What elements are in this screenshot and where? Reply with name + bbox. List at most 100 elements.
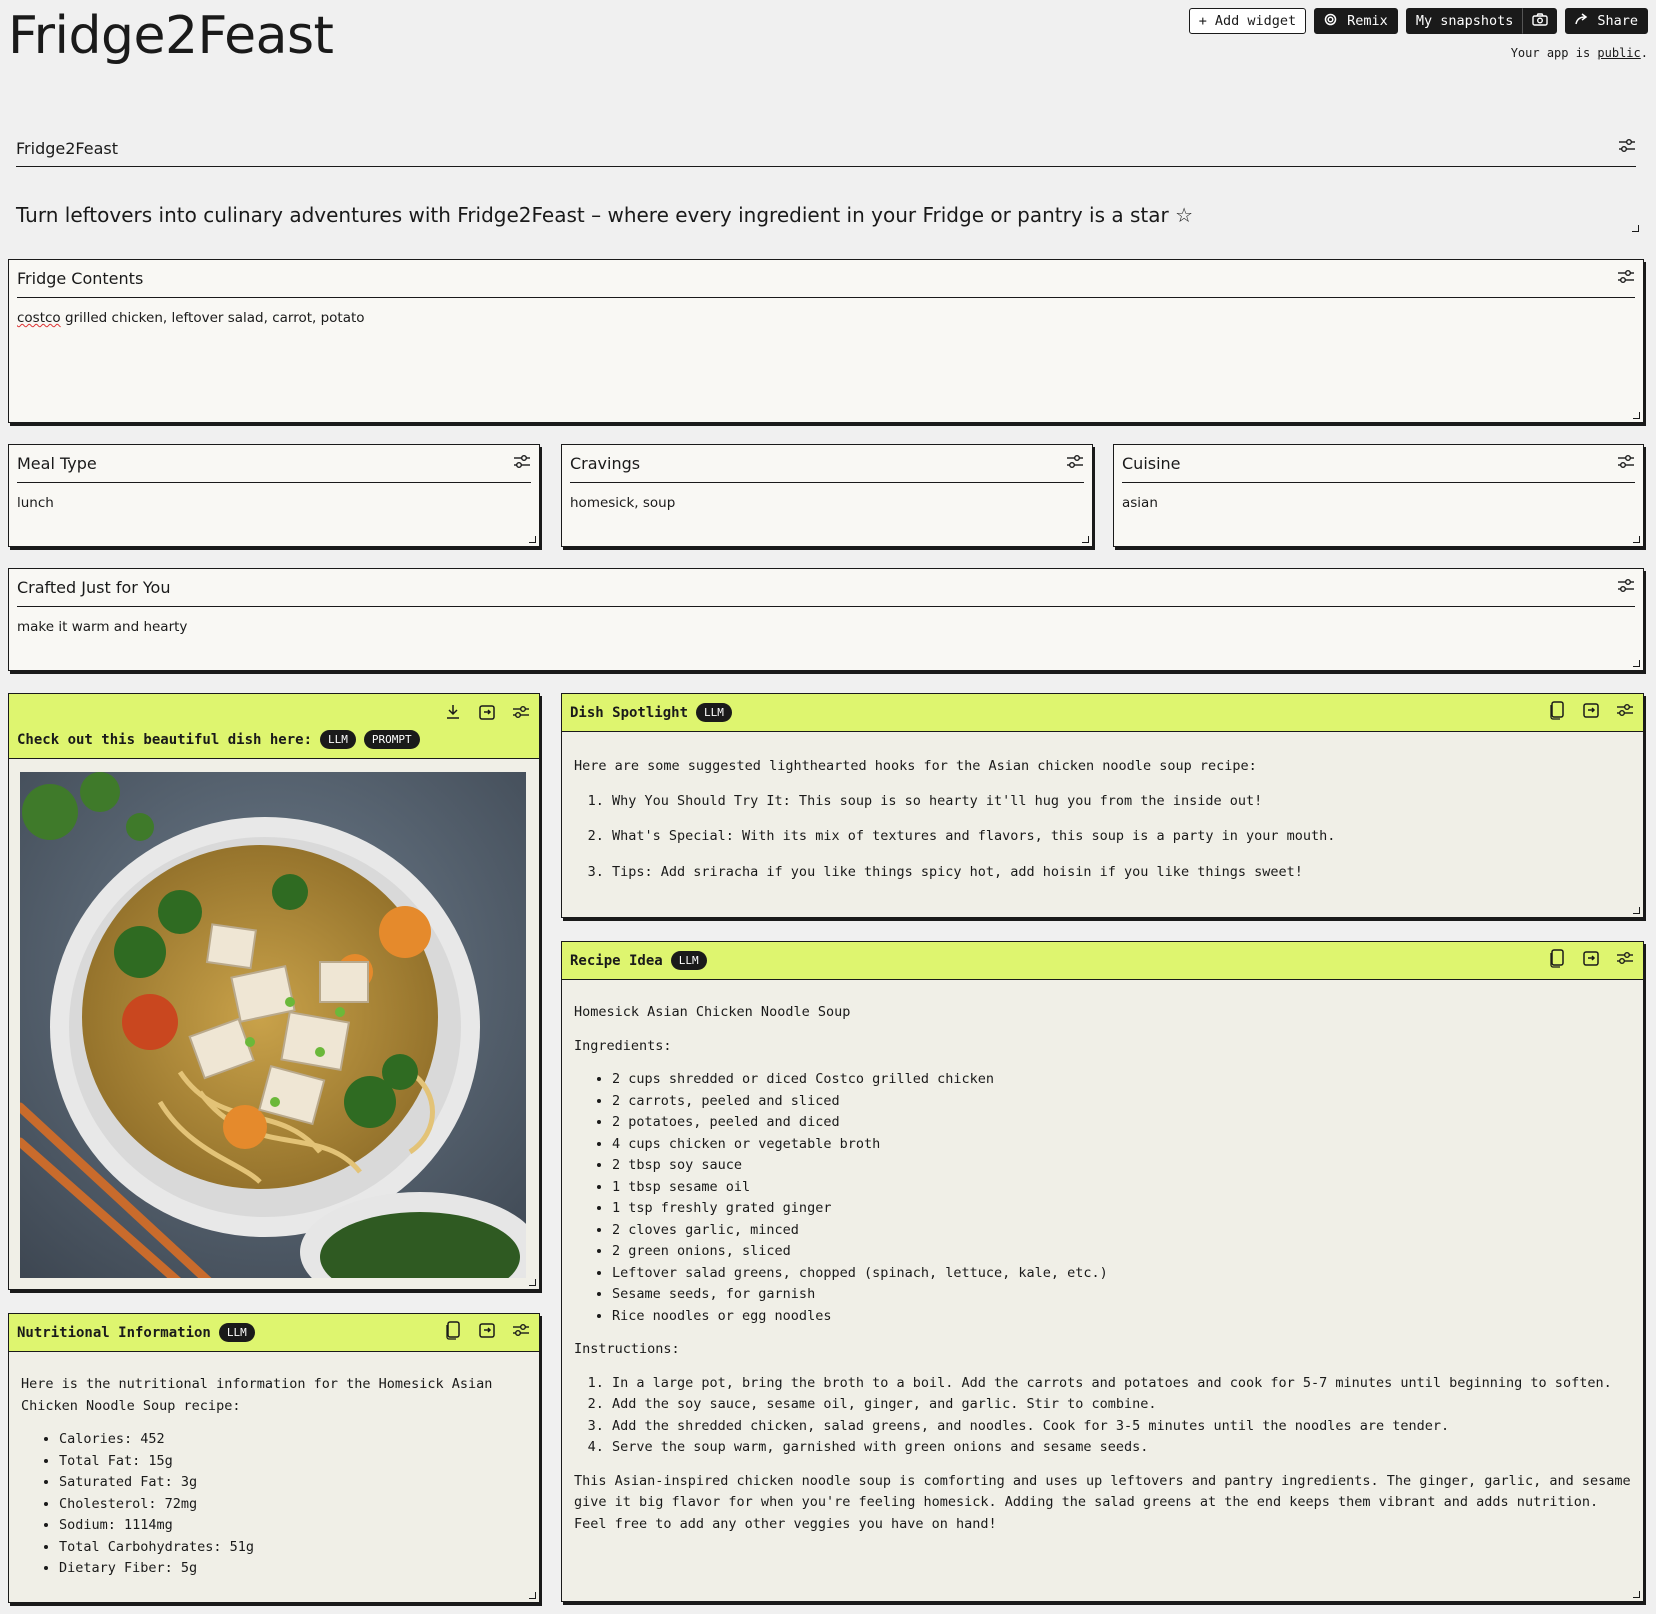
- llm-badge[interactable]: LLM: [696, 703, 732, 722]
- share-button[interactable]: Share: [1565, 8, 1648, 34]
- copy-icon[interactable]: [1547, 948, 1567, 973]
- copy-icon[interactable]: [443, 1320, 463, 1345]
- ingredient-item: 2 green onions, sliced: [612, 1241, 1631, 1263]
- llm-badge[interactable]: LLM: [320, 730, 356, 749]
- cuisine-input[interactable]: asian: [1114, 483, 1643, 523]
- nutrition-list: Calories: 452Total Fat: 15gSaturated Fat…: [59, 1429, 527, 1580]
- camera-button[interactable]: [1523, 8, 1558, 34]
- nutrition-intro: Here is the nutritional information for …: [21, 1376, 493, 1414]
- dish-image-panel: Check out this beautiful dish here: LLM …: [8, 693, 540, 1290]
- tagline: Turn leftovers into culinary adventures …: [16, 203, 1194, 227]
- header-widget: Fridge2Feast: [16, 138, 1636, 167]
- ingredient-item: Rice noodles or egg noodles: [612, 1306, 1631, 1328]
- spotlight-item: Why You Should Try It: This soup is so h…: [612, 791, 1631, 813]
- ingredients-list: 2 cups shredded or diced Costco grilled …: [612, 1069, 1631, 1327]
- settings-sliders-icon[interactable]: [511, 1320, 531, 1345]
- settings-sliders-icon[interactable]: [1617, 578, 1635, 598]
- nutrition-item: Saturated Fat: 3g: [59, 1472, 527, 1494]
- resize-handle[interactable]: [1082, 536, 1089, 543]
- cuisine-title: Cuisine: [1122, 454, 1181, 473]
- dish-image: [20, 772, 526, 1278]
- resize-handle[interactable]: [1633, 412, 1640, 419]
- ingredient-item: 1 tbsp sesame oil: [612, 1177, 1631, 1199]
- ingredient-item: 2 tbsp soy sauce: [612, 1155, 1631, 1177]
- settings-sliders-icon[interactable]: [1617, 269, 1635, 289]
- download-icon[interactable]: [443, 702, 463, 727]
- snapshots-group: My snapshots: [1405, 8, 1558, 34]
- export-icon[interactable]: [477, 1320, 497, 1345]
- copy-icon[interactable]: [1547, 700, 1567, 725]
- public-prefix: Your app is: [1510, 46, 1598, 60]
- settings-sliders-icon[interactable]: [1618, 138, 1636, 158]
- settings-sliders-icon[interactable]: [511, 702, 531, 727]
- fridge-contents-value: grilled chicken, leftover salad, carrot,…: [60, 310, 365, 326]
- settings-sliders-icon[interactable]: [1617, 454, 1635, 474]
- dish-spotlight-panel: Dish Spotlight LLM Here are some suggest…: [561, 693, 1644, 918]
- public-link[interactable]: public: [1597, 46, 1640, 60]
- resize-handle[interactable]: [1633, 536, 1640, 543]
- spotlight-list: Why You Should Try It: This soup is so h…: [612, 791, 1631, 884]
- cravings-input[interactable]: homesick, soup: [562, 483, 1092, 523]
- llm-badge[interactable]: LLM: [218, 1323, 255, 1342]
- instructions-label: Instructions:: [574, 1341, 680, 1357]
- resize-handle[interactable]: [1633, 907, 1640, 914]
- settings-sliders-icon[interactable]: [1615, 700, 1635, 725]
- nutrition-item: Cholesterol: 72mg: [59, 1494, 527, 1516]
- llm-badge[interactable]: LLM: [670, 951, 707, 970]
- ingredient-item: Sesame seeds, for garnish: [612, 1284, 1631, 1306]
- spotlight-intro: Here are some suggested lighthearted hoo…: [574, 758, 1257, 774]
- misspelled-word: costco: [17, 310, 61, 326]
- recipe-idea-title: Recipe Idea: [570, 952, 663, 969]
- fridge-contents-input[interactable]: costco grilled chicken, leftover salad, …: [9, 298, 1643, 338]
- instructions-list: In a large pot, bring the broth to a boi…: [612, 1373, 1631, 1459]
- nutrition-panel: Nutritional Information LLM Here is the …: [8, 1313, 540, 1603]
- meal-type-input[interactable]: lunch: [9, 483, 539, 523]
- meal-type-title: Meal Type: [17, 454, 97, 473]
- instruction-step: Add the shredded chicken, salad greens, …: [612, 1416, 1631, 1438]
- resize-handle[interactable]: [1633, 1591, 1640, 1598]
- nutrition-item: Dietary Fiber: 5g: [59, 1558, 527, 1580]
- add-widget-button[interactable]: + Add widget: [1188, 8, 1307, 34]
- ingredient-item: 2 potatoes, peeled and diced: [612, 1112, 1631, 1134]
- instruction-step: Add the soy sauce, sesame oil, ginger, a…: [612, 1394, 1631, 1416]
- spotlight-item: What's Special: With its mix of textures…: [612, 826, 1631, 848]
- ingredient-item: 2 cloves garlic, minced: [612, 1220, 1631, 1242]
- nutrition-title: Nutritional Information: [17, 1324, 211, 1341]
- remix-icon: [1324, 13, 1339, 30]
- prompt-badge[interactable]: PROMPT: [363, 730, 420, 749]
- nutrition-item: Total Carbohydrates: 51g: [59, 1537, 527, 1559]
- dish-spotlight-title: Dish Spotlight: [570, 704, 689, 721]
- crafted-panel: Crafted Just for You make it warm and he…: [8, 568, 1644, 671]
- cuisine-panel: Cuisine asian: [1113, 444, 1644, 547]
- remix-button[interactable]: Remix: [1314, 8, 1398, 34]
- plus-icon: +: [1198, 13, 1207, 29]
- recipe-content: Homesick Asian Chicken Noodle Soup Ingre…: [562, 980, 1643, 1561]
- recipe-name: Homesick Asian Chicken Noodle Soup: [574, 1004, 851, 1020]
- ingredient-item: 1 tsp freshly grated ginger: [612, 1198, 1631, 1220]
- export-icon[interactable]: [1581, 700, 1601, 725]
- add-widget-label: Add widget: [1214, 13, 1297, 29]
- cravings-title: Cravings: [570, 454, 641, 473]
- nutrition-content: Here is the nutritional information for …: [9, 1352, 539, 1594]
- export-icon[interactable]: [477, 702, 497, 727]
- resize-handle[interactable]: [1633, 660, 1640, 667]
- share-label: Share: [1597, 13, 1638, 29]
- ingredient-item: 2 cups shredded or diced Costco grilled …: [612, 1069, 1631, 1091]
- public-status: Your app is public.: [1511, 46, 1648, 60]
- export-icon[interactable]: [1581, 948, 1601, 973]
- fridge-contents-panel: Fridge Contents costco grilled chicken, …: [8, 259, 1644, 423]
- my-snapshots-button[interactable]: My snapshots: [1405, 8, 1524, 34]
- crafted-input[interactable]: make it warm and hearty: [9, 607, 1643, 647]
- resize-handle[interactable]: [529, 536, 536, 543]
- settings-sliders-icon[interactable]: [1066, 454, 1084, 474]
- spotlight-item: Tips: Add sriracha if you like things sp…: [612, 862, 1631, 884]
- ingredients-label: Ingredients:: [574, 1037, 672, 1054]
- my-snapshots-label: My snapshots: [1415, 13, 1514, 29]
- settings-sliders-icon[interactable]: [513, 454, 531, 474]
- meal-type-panel: Meal Type lunch: [8, 444, 540, 547]
- resize-handle[interactable]: [1632, 225, 1639, 232]
- resize-handle[interactable]: [529, 1592, 536, 1599]
- header-title: Fridge2Feast: [16, 138, 118, 158]
- resize-handle[interactable]: [529, 1279, 536, 1286]
- settings-sliders-icon[interactable]: [1615, 948, 1635, 973]
